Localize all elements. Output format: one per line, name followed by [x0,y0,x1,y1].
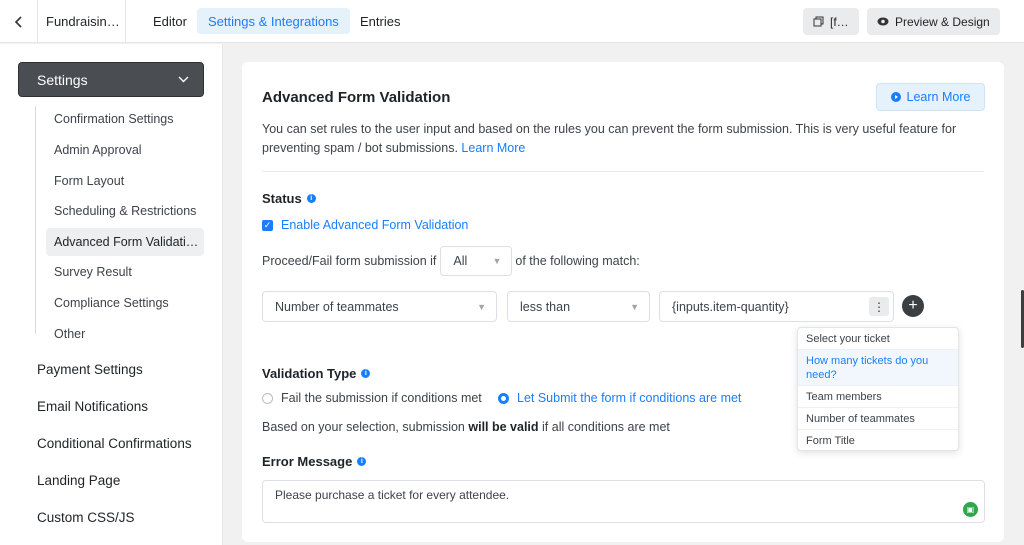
match-select-value: All [453,254,468,268]
condition-value-input[interactable]: {inputs.item-quantity} ⋮ [659,291,894,322]
preview-design-button[interactable]: Preview & Design [867,8,1000,35]
dropdown-item[interactable]: Form Title [798,430,958,450]
play-circle-icon [890,92,901,102]
radio-button[interactable] [262,392,273,404]
copy-icon [813,16,824,27]
sidebar-item-survey-result[interactable]: Survey Result [46,258,204,286]
tab-editor[interactable]: Editor [142,8,198,34]
sidebar-item-compliance-settings[interactable]: Compliance Settings [46,289,204,317]
eye-icon [877,17,889,26]
match-select[interactable]: All ▼ [440,246,513,276]
tab-settings-integrations[interactable]: Settings & Integrations [197,8,350,34]
status-label-text: Status [262,191,302,206]
error-message-textarea[interactable]: Please purchase a ticket for every atten… [262,480,985,523]
learn-more-label: Learn More [906,90,971,104]
back-button[interactable] [0,0,38,43]
field-options-dropdown: Select your ticket How many tickets do y… [797,327,959,451]
shortcode-label: [f… [830,14,849,29]
chevron-down-icon: ▼ [492,256,502,266]
condition-operator-select[interactable]: less than ▼ [507,291,650,322]
shortcode-button[interactable]: [f… [803,8,859,35]
settings-section-toggle[interactable]: Settings [18,62,204,97]
condition-value-text: {inputs.item-quantity} [672,299,789,314]
note-prefix: Based on your selection, submission [262,420,465,434]
note-bold: will be valid [468,420,539,434]
chevron-down-icon: ▼ [477,301,486,312]
settings-section-label: Settings [37,71,88,88]
sidebar-item-advanced-form-validation[interactable]: Advanced Form Validati… [46,228,204,256]
error-message-text: Please purchase a ticket for every atten… [275,488,510,502]
dropdown-item[interactable]: Number of teammates [798,408,958,430]
dropdown-item-highlighted[interactable]: How many tickets do you need? [798,350,958,386]
validation-type-label: Validation Type i [262,366,371,381]
shortcode-helper-icon[interactable]: ▣ [963,502,978,517]
sidebar-item-form-layout[interactable]: Form Layout [46,167,204,195]
sidebar-item-conditional-confirmations[interactable]: Conditional Confirmations [37,436,192,451]
add-condition-button[interactable]: + [902,295,924,317]
sidebar-item-custom-css-js[interactable]: Custom CSS/JS [37,510,135,525]
sidebar-item-scheduling-restrictions[interactable]: Scheduling & Restrictions [46,197,204,225]
enable-validation-checkbox[interactable]: ✓ [262,219,273,231]
error-message-label-text: Error Message [262,454,353,469]
chevron-down-icon [178,76,189,83]
condition-operator-value: less than [520,299,571,314]
form-name[interactable]: Fundraisin… [38,0,126,43]
page-title: Advanced Form Validation [262,89,451,106]
sidebar-item-confirmation-settings[interactable]: Confirmation Settings [46,105,204,133]
top-bar: Fundraisin… Editor Settings & Integratio… [0,0,1024,43]
radio-submit-label: Let Submit the form if conditions are me… [517,391,742,405]
error-message-label: Error Message i [262,454,367,469]
dropdown-item[interactable]: Select your ticket [798,328,958,350]
advanced-validation-card: Advanced Form Validation Learn More You … [242,62,1004,542]
radio-fail-label: Fail the submission if conditions met [281,391,482,405]
tree-line [35,106,36,334]
radio-let-submit[interactable]: Let Submit the form if conditions are me… [498,391,741,405]
tab-entries[interactable]: Entries [349,8,411,34]
preview-design-label: Preview & Design [895,14,990,29]
enable-validation-label: Enable Advanced Form Validation [281,218,469,232]
more-options-icon[interactable]: ⋮ [869,297,889,316]
match-prefix: Proceed/Fail form submission if [262,254,437,268]
radio-button-selected[interactable] [498,392,509,404]
validation-type-label-text: Validation Type [262,366,357,381]
condition-field-value: Number of teammates [275,299,399,314]
sidebar-item-other[interactable]: Other [46,320,204,348]
description-learn-more-link[interactable]: Learn More [461,141,525,155]
sidebar-item-admin-approval[interactable]: Admin Approval [46,136,204,164]
match-suffix: of the following match: [515,254,640,268]
sidebar-item-landing-page[interactable]: Landing Page [37,473,120,488]
info-icon[interactable]: i [357,457,367,466]
condition-field-select[interactable]: Number of teammates ▼ [262,291,497,322]
chevron-left-icon [14,15,22,28]
description: You can set rules to the user input and … [262,120,984,158]
learn-more-button[interactable]: Learn More [876,83,985,111]
dropdown-item[interactable]: Team members [798,386,958,408]
validation-note: Based on your selection, submission will… [262,420,670,434]
divider [262,171,984,172]
status-label: Status i [262,191,316,206]
match-row: Proceed/Fail form submission if All ▼ of… [262,246,640,276]
sidebar-item-payment-settings[interactable]: Payment Settings [37,362,143,377]
info-icon[interactable]: i [361,369,371,378]
enable-validation-row[interactable]: ✓ Enable Advanced Form Validation [262,218,468,232]
radio-fail-submission[interactable]: Fail the submission if conditions met [262,391,482,405]
sidebar-item-email-notifications[interactable]: Email Notifications [37,399,148,414]
description-text: You can set rules to the user input and … [262,122,957,155]
note-suffix: if all conditions are met [542,420,670,434]
chevron-down-icon: ▼ [630,301,639,312]
settings-sidebar: Settings Confirmation Settings Admin App… [0,44,223,545]
info-icon[interactable]: i [306,194,316,203]
